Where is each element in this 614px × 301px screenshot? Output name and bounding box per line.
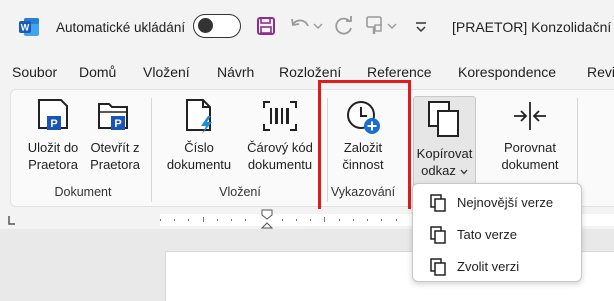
barcode-label-2: dokumentu: [247, 157, 313, 172]
copy-link-label-2: odkaz: [421, 163, 456, 178]
tab-korespondence[interactable]: Korespondence: [458, 64, 556, 80]
group-label-dokument: Dokument: [54, 185, 112, 199]
tab-reference[interactable]: Reference: [367, 64, 432, 80]
document-title: [PRAETOR] Konzolidační b: [452, 19, 614, 35]
svg-text:W: W: [21, 23, 30, 33]
open-from-praetor-button[interactable]: P Otevřít z Praetora: [85, 90, 145, 182]
menu-item-latest-version[interactable]: Nejnovější verze: [413, 186, 581, 218]
copy-icon: [428, 193, 448, 216]
chevron-down-icon: [460, 162, 468, 179]
svg-text:P: P: [50, 118, 57, 130]
menu-item-label: Zvolit verzi: [457, 259, 520, 274]
compare-icon: [510, 96, 550, 142]
tab-vlozeni[interactable]: Vložení: [143, 64, 190, 80]
title-bar: W Automatické ukládání [PRAETOR] Konzoli…: [0, 0, 614, 52]
chevron-down-icon[interactable]: [386, 14, 398, 38]
save-to-praetor-button[interactable]: P Uložit do Praetora: [23, 90, 83, 182]
menu-item-choose-version[interactable]: Zvolit verzi: [413, 250, 581, 282]
open-from-praetor-label-2: Praetora: [90, 157, 140, 172]
document-number-icon: [179, 96, 219, 142]
save-to-praetor-label-1: Uložit do: [27, 140, 79, 155]
compare-label-2: dokument: [501, 157, 559, 172]
save-icon[interactable]: [255, 14, 277, 38]
copy-icon: [428, 257, 448, 280]
save-to-praetor-icon: P: [33, 96, 73, 142]
tab-domu[interactable]: Domů: [79, 64, 116, 80]
barcode-icon: [260, 96, 300, 142]
ribbon-tabs: Soubor Domů Vložení Návrh Rozložení Refe…: [0, 60, 614, 86]
copy-link-icon: [426, 99, 464, 144]
document-number-label-1: Číslo: [184, 140, 214, 155]
copy-link-button[interactable]: Kopírovat odkaz: [413, 96, 476, 187]
open-from-praetor-icon: P: [95, 96, 135, 142]
tab-rozlozeni[interactable]: Rozložení: [279, 64, 341, 80]
barcode-button[interactable]: Čárový kód dokumentu: [241, 90, 319, 182]
save-to-praetor-label-2: Praetora: [28, 157, 78, 172]
copy-link-label-1: Kopírovat: [416, 146, 473, 161]
document-number-button[interactable]: Číslo dokumentu: [161, 90, 237, 182]
tab-navrh[interactable]: Návrh: [217, 64, 254, 80]
more-options-icon[interactable]: [412, 14, 430, 38]
open-from-praetor-label-1: Otevřít z: [90, 140, 140, 155]
menu-item-label: Tato verze: [457, 227, 517, 242]
copy-link-dropdown-menu: Nejnovější verze Tato verze Zvolit verzi: [412, 183, 582, 282]
document-number-label-2: dokumentu: [166, 157, 232, 172]
highlight-box: [318, 80, 411, 215]
menu-item-label: Nejnovější verze: [457, 195, 554, 210]
redo-icon[interactable]: [332, 14, 356, 38]
compare-document-button[interactable]: Porovnat dokument: [489, 90, 571, 182]
autosave-label: Automatické ukládání: [56, 20, 186, 35]
autosave-toggle[interactable]: [193, 14, 241, 38]
compare-label-1: Porovnat: [503, 140, 557, 155]
tab-revize[interactable]: Revi: [587, 64, 614, 80]
group-label-vlozeni: Vložení: [219, 185, 261, 199]
toggle-knob: [198, 18, 213, 33]
tab-soubor[interactable]: Soubor: [12, 64, 57, 80]
svg-text:P: P: [114, 118, 121, 130]
word-icon: W: [18, 16, 40, 38]
copy-icon: [428, 225, 448, 248]
format-painter-icon[interactable]: [364, 14, 386, 38]
group-separator: [151, 98, 152, 202]
undo-chevron-down-icon[interactable]: [312, 14, 324, 38]
menu-item-this-version[interactable]: Tato verze: [413, 218, 581, 250]
undo-icon[interactable]: [288, 14, 312, 38]
barcode-label-1: Čárový kód: [247, 140, 313, 155]
